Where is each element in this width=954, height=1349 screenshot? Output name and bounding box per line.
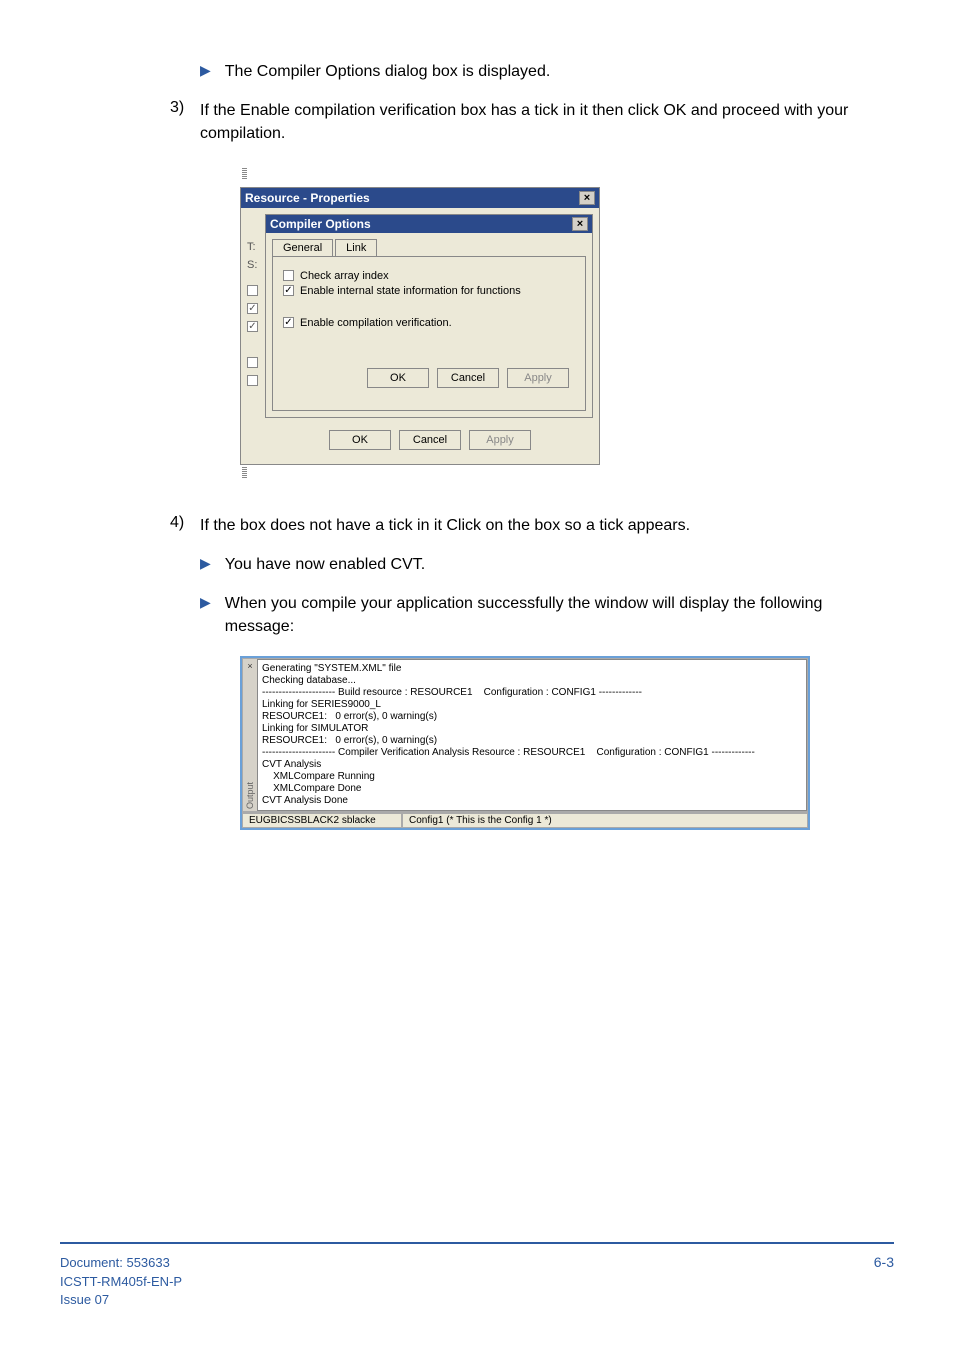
output-screenshot: × Output Generating "SYSTEM.XML" file Ch… — [240, 656, 810, 830]
checkbox-check-array[interactable] — [283, 270, 294, 281]
outer-dialog-title: Resource - Properties — [245, 191, 370, 205]
ok-button[interactable]: OK — [367, 368, 429, 388]
page-number: 6-3 — [874, 1254, 894, 1309]
checkbox[interactable]: ✓ — [247, 321, 258, 332]
tab-link[interactable]: Link — [335, 239, 377, 256]
dialog-screenshot: Resource - Properties × T: S: ✓ ✓ — [240, 166, 864, 486]
close-icon[interactable]: × — [579, 191, 595, 205]
footer-issue: Issue 07 — [60, 1291, 182, 1309]
label-enable-internal: Enable internal state information for fu… — [300, 285, 521, 297]
footer-doc: Document: 553633 — [60, 1254, 182, 1272]
page-footer: Document: 553633 ICSTT-RM405f-EN-P Issue… — [60, 1242, 894, 1309]
left-label: T: — [247, 238, 260, 256]
cancel-button[interactable]: Cancel — [399, 430, 461, 450]
close-icon[interactable]: × — [572, 217, 588, 231]
step-text: If the box does not have a tick in it Cl… — [200, 514, 690, 537]
checkbox[interactable]: ✓ — [247, 303, 258, 314]
status-right: Config1 (* This is the Config 1 *) — [402, 813, 808, 828]
step-number: 4) — [170, 514, 200, 532]
step-text: If the Enable compilation verification b… — [200, 99, 864, 145]
cancel-button[interactable]: Cancel — [437, 368, 499, 388]
left-label: S: — [247, 256, 260, 274]
apply-button[interactable]: Apply — [507, 368, 569, 388]
bullet-text: The Compiler Options dialog box is displ… — [225, 60, 551, 83]
tab-general[interactable]: General — [272, 239, 333, 256]
status-left: EUGBICSSBLACK2 sblacke — [242, 813, 402, 828]
checkbox[interactable] — [247, 357, 258, 368]
checkbox[interactable] — [247, 285, 258, 296]
triangle-bullet-icon: ▶ — [200, 555, 211, 572]
ok-button[interactable]: OK — [329, 430, 391, 450]
label-check-array: Check array index — [300, 270, 389, 282]
checkbox[interactable] — [247, 375, 258, 386]
checkbox-enable-internal[interactable]: ✓ — [283, 285, 294, 296]
apply-button[interactable]: Apply — [469, 430, 531, 450]
step-number: 3) — [170, 99, 200, 117]
bullet-text: You have now enabled CVT. — [225, 553, 425, 576]
inner-dialog-title: Compiler Options — [270, 217, 371, 231]
triangle-bullet-icon: ▶ — [200, 594, 211, 611]
checkbox-enable-compile[interactable]: ✓ — [283, 317, 294, 328]
triangle-bullet-icon: ▶ — [200, 62, 211, 79]
footer-code: ICSTT-RM405f-EN-P — [60, 1273, 182, 1291]
close-icon[interactable]: × — [247, 661, 252, 671]
output-log: Generating "SYSTEM.XML" file Checking da… — [257, 659, 807, 811]
output-side-label: Output — [245, 782, 255, 809]
label-enable-compile: Enable compilation verification. — [300, 317, 452, 329]
bullet-text: When you compile your application succes… — [225, 592, 864, 638]
